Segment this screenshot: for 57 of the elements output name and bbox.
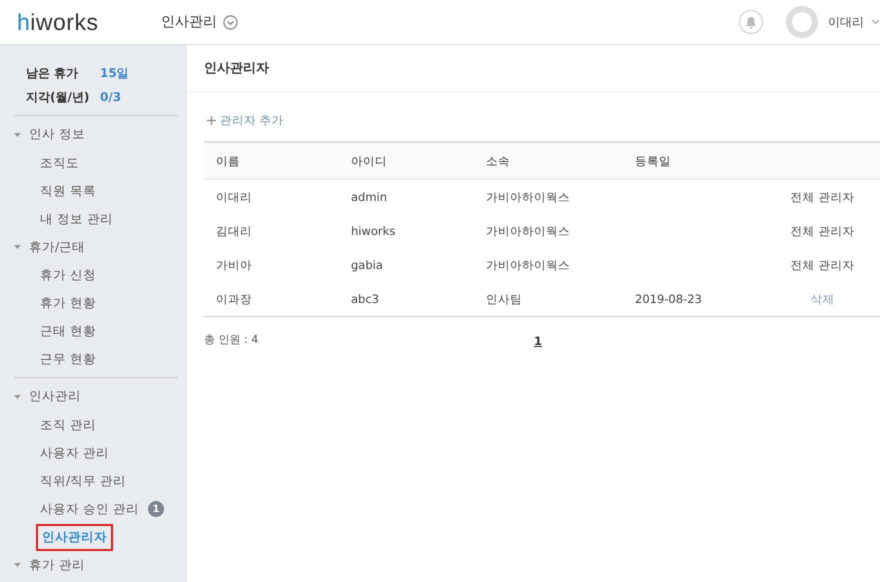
column-header: 이름: [204, 142, 339, 180]
table-cell: 2019-08-23: [635, 292, 702, 306]
nav-item[interactable]: 조직 관리: [36, 412, 100, 438]
nav-item[interactable]: 직위/직무 관리: [36, 468, 130, 494]
caret-icon: [14, 245, 21, 249]
table-cell: 가비아하이웍스: [486, 224, 570, 238]
table-cell: 이대리: [216, 190, 252, 204]
table-cell: 이과장: [216, 292, 252, 306]
table-cell: 전체 관리자: [790, 224, 854, 238]
nav-group[interactable]: 인사 정보: [14, 115, 178, 149]
summary-label: 남은 휴가: [26, 64, 80, 82]
chevron-down-icon: [223, 14, 238, 30]
nav-item[interactable]: 휴가 신청: [36, 262, 100, 288]
table-cell: 가비아하이웍스: [486, 190, 570, 204]
app-menu[interactable]: 인사관리: [161, 13, 238, 31]
caret-icon: [14, 132, 21, 136]
page-link[interactable]: 1: [534, 334, 542, 348]
add-admin-button[interactable]: 관리자 추가: [207, 113, 284, 128]
nav-item[interactable]: 사용자 관리: [36, 440, 113, 466]
table-cell: abc3: [351, 292, 379, 306]
summary-value[interactable]: 15일: [100, 64, 129, 82]
nav-item[interactable]: 조직도: [36, 150, 83, 176]
nav-group[interactable]: 휴가/근태: [14, 233, 86, 261]
nav-item[interactable]: 휴가 현황: [36, 290, 100, 316]
nav-item[interactable]: 사용자 승인 관리: [36, 496, 143, 522]
table-cell: admin: [351, 190, 388, 204]
column-header: 소속: [474, 142, 623, 180]
nav-item[interactable]: 근무 현황: [36, 346, 100, 372]
nav-group[interactable]: 휴가 관리: [14, 551, 85, 579]
nav-item[interactable]: 인사관리자: [36, 524, 113, 550]
nav-group[interactable]: 인사관리: [14, 377, 178, 411]
column-header: 아이디: [339, 142, 474, 180]
summary-value[interactable]: 0/3: [100, 90, 122, 104]
page-title: 인사관리자: [187, 45, 880, 92]
count-badge: 1: [148, 501, 164, 517]
plus-icon: [207, 116, 216, 125]
nav-item[interactable]: 근태 현황: [36, 318, 100, 344]
logo[interactable]: hiworks: [17, 8, 161, 36]
caret-icon: [871, 19, 880, 25]
table-cell: 김대리: [216, 224, 252, 238]
table-cell: 전체 관리자: [790, 258, 854, 272]
summary-label: 지각(월/년): [26, 88, 90, 106]
column-header: 등록일: [623, 142, 766, 180]
nav-item[interactable]: 내 정보 관리: [36, 206, 117, 232]
nav-item[interactable]: 직원 목록: [36, 178, 100, 204]
table-cell: 가비아: [216, 258, 252, 272]
total-count: 총 인원 : 4: [204, 332, 260, 346]
table-cell: 전체 관리자: [790, 190, 854, 204]
avatar-icon[interactable]: [786, 6, 818, 38]
table-cell: 가비아하이웍스: [486, 258, 570, 272]
user-menu[interactable]: 이대리: [828, 14, 880, 30]
caret-icon: [14, 394, 21, 398]
table-cell: hiworks: [351, 224, 396, 238]
table-cell: 인사팀: [486, 292, 522, 306]
bell-icon[interactable]: [739, 10, 763, 34]
table-cell: gabia: [351, 258, 383, 272]
caret-icon: [14, 563, 21, 567]
